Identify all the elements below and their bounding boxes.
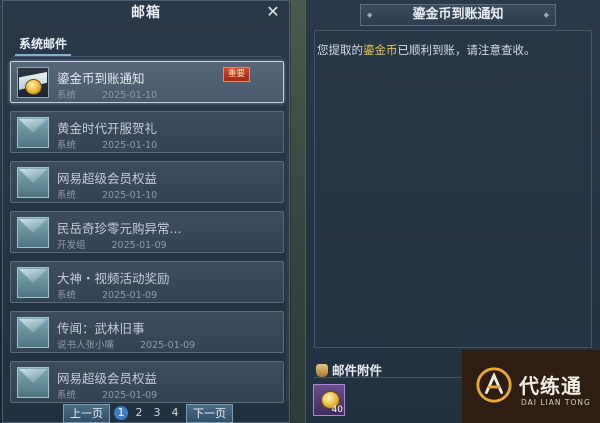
mail-list: 鎏金币到账通知 系统 2025-01-10 重要 黄金时代开服贺礼 系统 2025-01-1…	[10, 61, 284, 411]
mail-meta: 说书人张小嘴 2025-01-09	[57, 337, 195, 351]
body-text-before: 您提取的	[317, 43, 363, 57]
watermark: 代练通 DAI LIAN TONG	[462, 350, 600, 423]
mail-date: 2025-01-10	[102, 140, 158, 151]
mail-title: 黄金时代开服贺礼	[57, 121, 158, 136]
mail-meta: 开发组 2025-01-09	[57, 237, 167, 251]
body-text-after: 已顺利到账，请注意查收。	[397, 43, 536, 57]
mail-title: 大神・视频活动奖励	[57, 271, 170, 286]
mail-meta: 系统 2025-01-10	[57, 137, 157, 151]
tab-system-mail[interactable]: 系统邮件	[15, 34, 72, 56]
mail-title: 民岳奇珍零元购异常...	[57, 221, 182, 236]
mail-item[interactable]: 网易超级会员权益系统 2025-01-10	[10, 161, 284, 203]
mail-item[interactable]: 传闻：武林旧事说书人张小嘴 2025-01-09	[10, 311, 284, 353]
mail-date: 2025-01-09	[102, 290, 158, 301]
watermark-pinyin: DAI LIAN TONG	[521, 398, 591, 407]
mail-item[interactable]: 鎏金币到账通知系统 2025-01-10 重要	[10, 61, 284, 103]
mail-title: 网易超级会员权益	[57, 371, 158, 386]
tab-divider	[13, 56, 281, 57]
mail-title: 传闻：武林旧事	[57, 321, 145, 336]
body-highlight: 鎏金币	[363, 43, 398, 57]
gold-coin-icon	[25, 79, 42, 95]
mail-item[interactable]: 大神・视频活动奖励系统 2025-01-09	[10, 261, 284, 303]
mail-sender: 系统	[57, 390, 77, 401]
mailbox-panel: 邮箱 ✕ 系统邮件 鎏金币到账通知 系统 2025-01-10 重要 黄金时代开服贺礼系…	[2, 0, 290, 423]
mail-meta: 系统 2025-01-10	[57, 187, 157, 201]
mail-sender: 说书人张小嘴	[57, 340, 115, 351]
mail-date: 2025-01-10	[102, 190, 158, 201]
mail-detail-title: 鎏金币到账通知	[360, 4, 556, 26]
page-4[interactable]: 4	[168, 406, 182, 420]
attachments-title: 邮件附件	[332, 363, 383, 378]
mailbox-title: 邮箱	[131, 5, 161, 21]
mail-sender: 系统	[57, 90, 77, 101]
bag-icon	[316, 364, 328, 377]
mail-item[interactable]: 网易超级会员权益系统 2025-01-09	[10, 361, 284, 403]
envelope-icon	[17, 367, 49, 398]
mail-meta: 系统 2025-01-09	[57, 287, 157, 301]
envelope-icon	[17, 167, 49, 198]
envelope-icon	[17, 117, 49, 148]
mail-sender: 系统	[57, 290, 77, 301]
pagination: 上一页 1 2 3 4 下一页	[63, 403, 233, 423]
mail-body-text: 您提取的鎏金币已顺利到账，请注意查收。	[317, 42, 536, 58]
mail-date: 2025-01-10	[102, 90, 158, 101]
mail-date: 2025-01-09	[111, 240, 167, 251]
envelope-icon	[17, 217, 49, 248]
envelope-icon	[17, 267, 49, 298]
daliantong-logo-icon	[476, 367, 512, 403]
mail-sender: 开发组	[57, 240, 86, 251]
watermark-name: 代练通	[519, 374, 582, 398]
page-3[interactable]: 3	[150, 406, 164, 420]
mail-title: 鎏金币到账通知	[57, 71, 145, 86]
mail-item[interactable]: 黄金时代开服贺礼系统 2025-01-10	[10, 111, 284, 153]
page-1[interactable]: 1	[114, 406, 128, 420]
close-icon[interactable]: ✕	[265, 3, 281, 21]
mail-content-area	[314, 30, 592, 348]
important-badge: 重要	[223, 67, 251, 82]
mail-list-scrollbar[interactable]	[286, 61, 289, 401]
prev-page-button[interactable]: 上一页	[63, 403, 110, 423]
envelope-icon	[17, 317, 49, 348]
mail-date: 2025-01-09	[140, 340, 196, 351]
mail-title: 网易超级会员权益	[57, 171, 158, 186]
attachment-item[interactable]: 40	[313, 384, 345, 416]
mail-meta: 系统 2025-01-09	[57, 387, 157, 401]
mail-sender: 系统	[57, 190, 77, 201]
next-page-button[interactable]: 下一页	[186, 403, 233, 423]
attachment-quantity: 40	[331, 405, 343, 415]
mail-meta: 系统 2025-01-10	[57, 87, 157, 101]
mail-item[interactable]: 民岳奇珍零元购异常... 开发组 2025-01-09	[10, 211, 284, 253]
page-2[interactable]: 2	[132, 406, 146, 420]
mail-date: 2025-01-09	[102, 390, 158, 401]
scene-strip	[291, 0, 305, 423]
mail-sender: 系统	[57, 140, 77, 151]
